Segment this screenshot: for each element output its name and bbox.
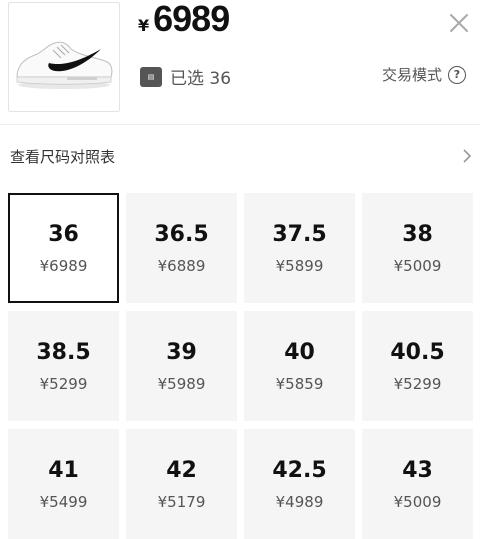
size-price: ¥5179	[157, 492, 206, 511]
size-price: ¥5009	[393, 256, 442, 275]
size-label: 43	[402, 457, 433, 483]
currency-symbol: ¥	[138, 16, 150, 35]
price-display: ¥ 6989	[138, 0, 230, 40]
size-price: ¥5859	[275, 374, 324, 393]
size-label: 42.5	[272, 457, 327, 483]
size-option[interactable]: 42 ¥5179	[126, 429, 237, 539]
tag-badge-icon: ▤	[140, 66, 162, 87]
size-option[interactable]: 38.5 ¥5299	[8, 311, 119, 421]
close-icon	[450, 14, 468, 32]
selected-size-row: ▤ 已选 36	[140, 64, 231, 89]
size-option[interactable]: 39 ¥5989	[126, 311, 237, 421]
sneaker-image	[9, 3, 119, 111]
size-chart-label: 查看尺码对照表	[10, 147, 116, 166]
size-label: 39	[166, 339, 197, 365]
divider	[0, 124, 480, 125]
product-thumbnail	[8, 2, 120, 112]
size-label: 41	[48, 457, 79, 483]
size-price: ¥5299	[393, 374, 442, 393]
size-label: 36	[48, 221, 79, 247]
size-option[interactable]: 43 ¥5009	[362, 429, 473, 539]
size-price: ¥5009	[393, 492, 442, 511]
size-label: 40.5	[390, 339, 445, 365]
size-price: ¥5299	[39, 374, 88, 393]
size-price: ¥6989	[39, 256, 88, 275]
size-chart-link[interactable]: 查看尺码对照表	[10, 140, 472, 172]
question-circle-icon: ?	[448, 65, 466, 84]
size-label: 38	[402, 221, 433, 247]
size-option[interactable]: 41 ¥5499	[8, 429, 119, 539]
price-value: 6989	[153, 0, 230, 39]
size-price: ¥5899	[275, 256, 324, 275]
close-button[interactable]	[448, 12, 470, 34]
selected-size-text: 已选 36	[170, 69, 232, 89]
size-label: 36.5	[154, 221, 209, 247]
size-option[interactable]: 40 ¥5859	[244, 311, 355, 421]
size-label: 38.5	[36, 339, 91, 365]
size-price: ¥5989	[157, 374, 206, 393]
size-label: 42	[166, 457, 197, 483]
size-option[interactable]: 40.5 ¥5299	[362, 311, 473, 421]
trade-mode-label: 交易模式	[381, 66, 442, 84]
size-price: ¥5499	[39, 492, 88, 511]
size-grid: 36 ¥6989 36.5 ¥6889 37.5 ¥5899 38 ¥5009 …	[8, 193, 480, 539]
size-label: 37.5	[272, 221, 327, 247]
size-price: ¥4989	[275, 492, 324, 511]
trade-mode-button[interactable]: 交易模式 ?	[382, 64, 466, 85]
size-option[interactable]: 38 ¥5009	[362, 193, 473, 303]
size-option[interactable]: 42.5 ¥4989	[244, 429, 355, 539]
size-option[interactable]: 37.5 ¥5899	[244, 193, 355, 303]
size-option[interactable]: 36 ¥6989	[8, 193, 119, 303]
size-option[interactable]: 36.5 ¥6889	[126, 193, 237, 303]
chevron-right-icon	[463, 149, 472, 163]
size-label: 40	[284, 339, 315, 365]
size-price: ¥6889	[157, 256, 206, 275]
